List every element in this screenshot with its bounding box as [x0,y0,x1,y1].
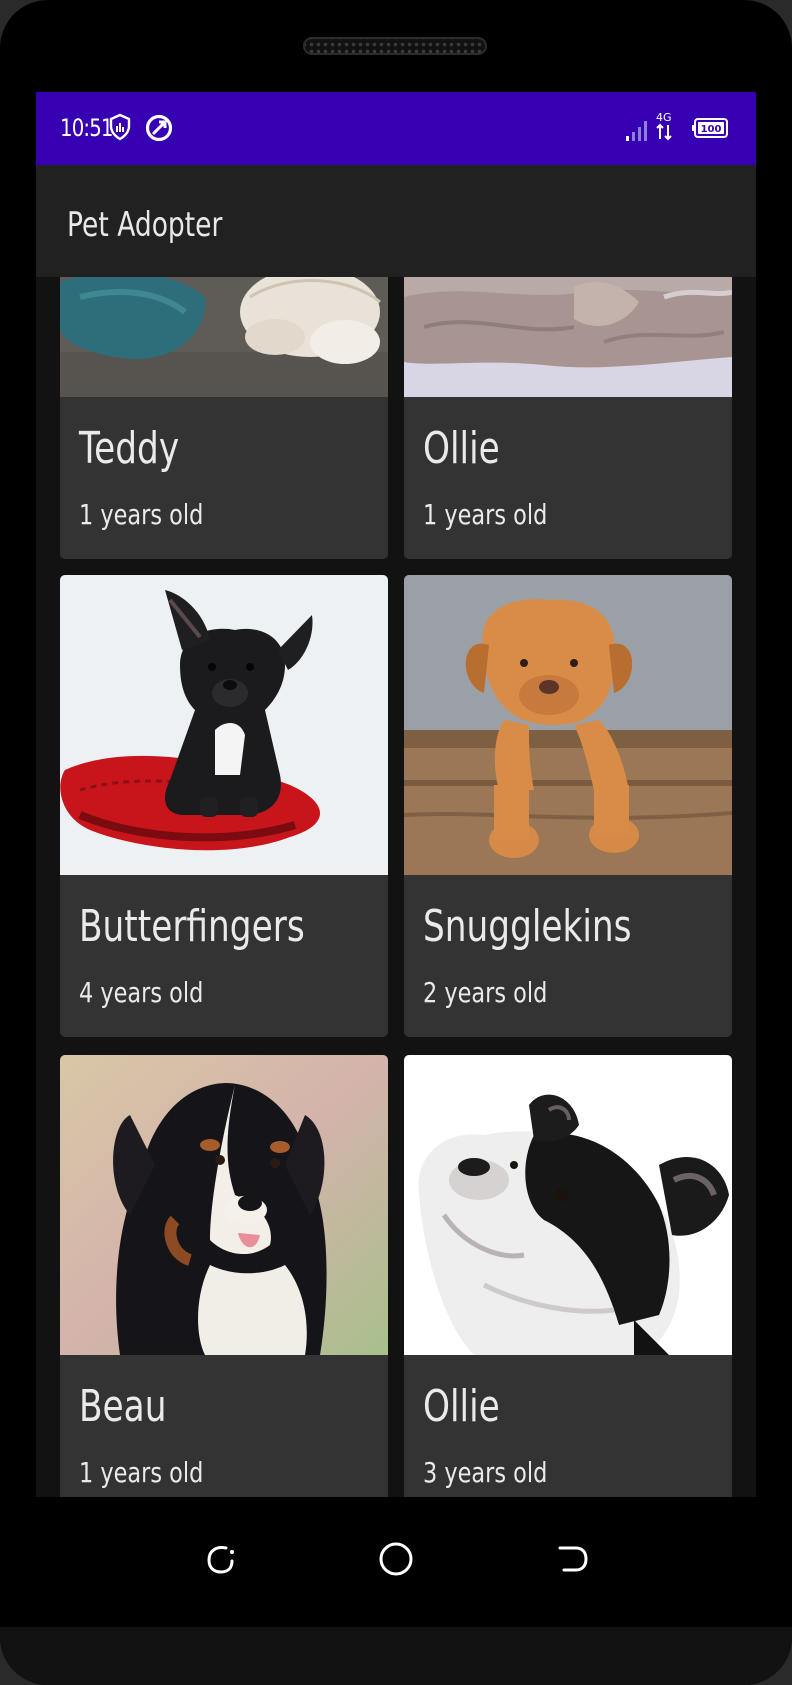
pet-age: 1 years old [79,1456,204,1489]
navigation-bar [0,1497,792,1627]
pet-photo [404,1055,732,1355]
pet-age: 1 years old [423,498,548,531]
pet-photo [404,277,732,397]
status-bar: 10:51 4G 100 [36,92,756,165]
pet-photo [60,575,388,875]
screen: 10:51 4G 100 Pet Adopter Teddy 1 years o… [36,92,756,1497]
shield-icon [108,113,132,146]
pet-name: Teddy [79,423,180,474]
phone-chin [0,1627,792,1685]
data-saver-icon [144,113,174,148]
pet-age: 4 years old [79,976,204,1009]
pet-name: Ollie [423,1381,500,1432]
pet-card[interactable]: Ollie 3 years old [404,1055,732,1497]
pet-card[interactable]: Teddy 1 years old [60,277,388,559]
battery-level: 100 [701,124,722,135]
phone-frame: 10:51 4G 100 Pet Adopter Teddy 1 years o… [0,0,792,1685]
pet-card[interactable]: Snugglekins 2 years old [404,575,732,1037]
network-label: 4G [656,111,672,124]
signal-weak-icon [625,116,651,147]
pet-photo [60,1055,388,1355]
pet-card[interactable]: Butterfingers 4 years old [60,575,388,1037]
app-bar: Pet Adopter [36,165,756,277]
pet-name: Ollie [423,423,500,474]
battery-icon: 100 [692,118,728,143]
pet-grid[interactable]: Teddy 1 years old Ollie 1 years old Butt… [36,277,756,1497]
pet-photo [60,277,388,397]
pet-age: 2 years old [423,976,548,1009]
status-time: 10:51 [60,114,113,142]
pet-card[interactable]: Ollie 1 years old [404,277,732,559]
network-4g-icon: 4G [654,110,676,147]
pet-name: Butterfingers [79,901,305,952]
pet-age: 1 years old [79,498,204,531]
pet-photo [404,575,732,875]
app-title: Pet Adopter [67,205,223,245]
pet-name: Beau [79,1381,167,1432]
pet-name: Snugglekins [423,901,632,952]
pet-card[interactable]: Beau 1 years old [60,1055,388,1497]
back-icon[interactable] [552,1539,592,1579]
recents-icon[interactable] [200,1539,240,1579]
home-icon[interactable] [376,1539,416,1579]
pet-age: 3 years old [423,1456,548,1489]
speaker-grille [303,37,487,55]
